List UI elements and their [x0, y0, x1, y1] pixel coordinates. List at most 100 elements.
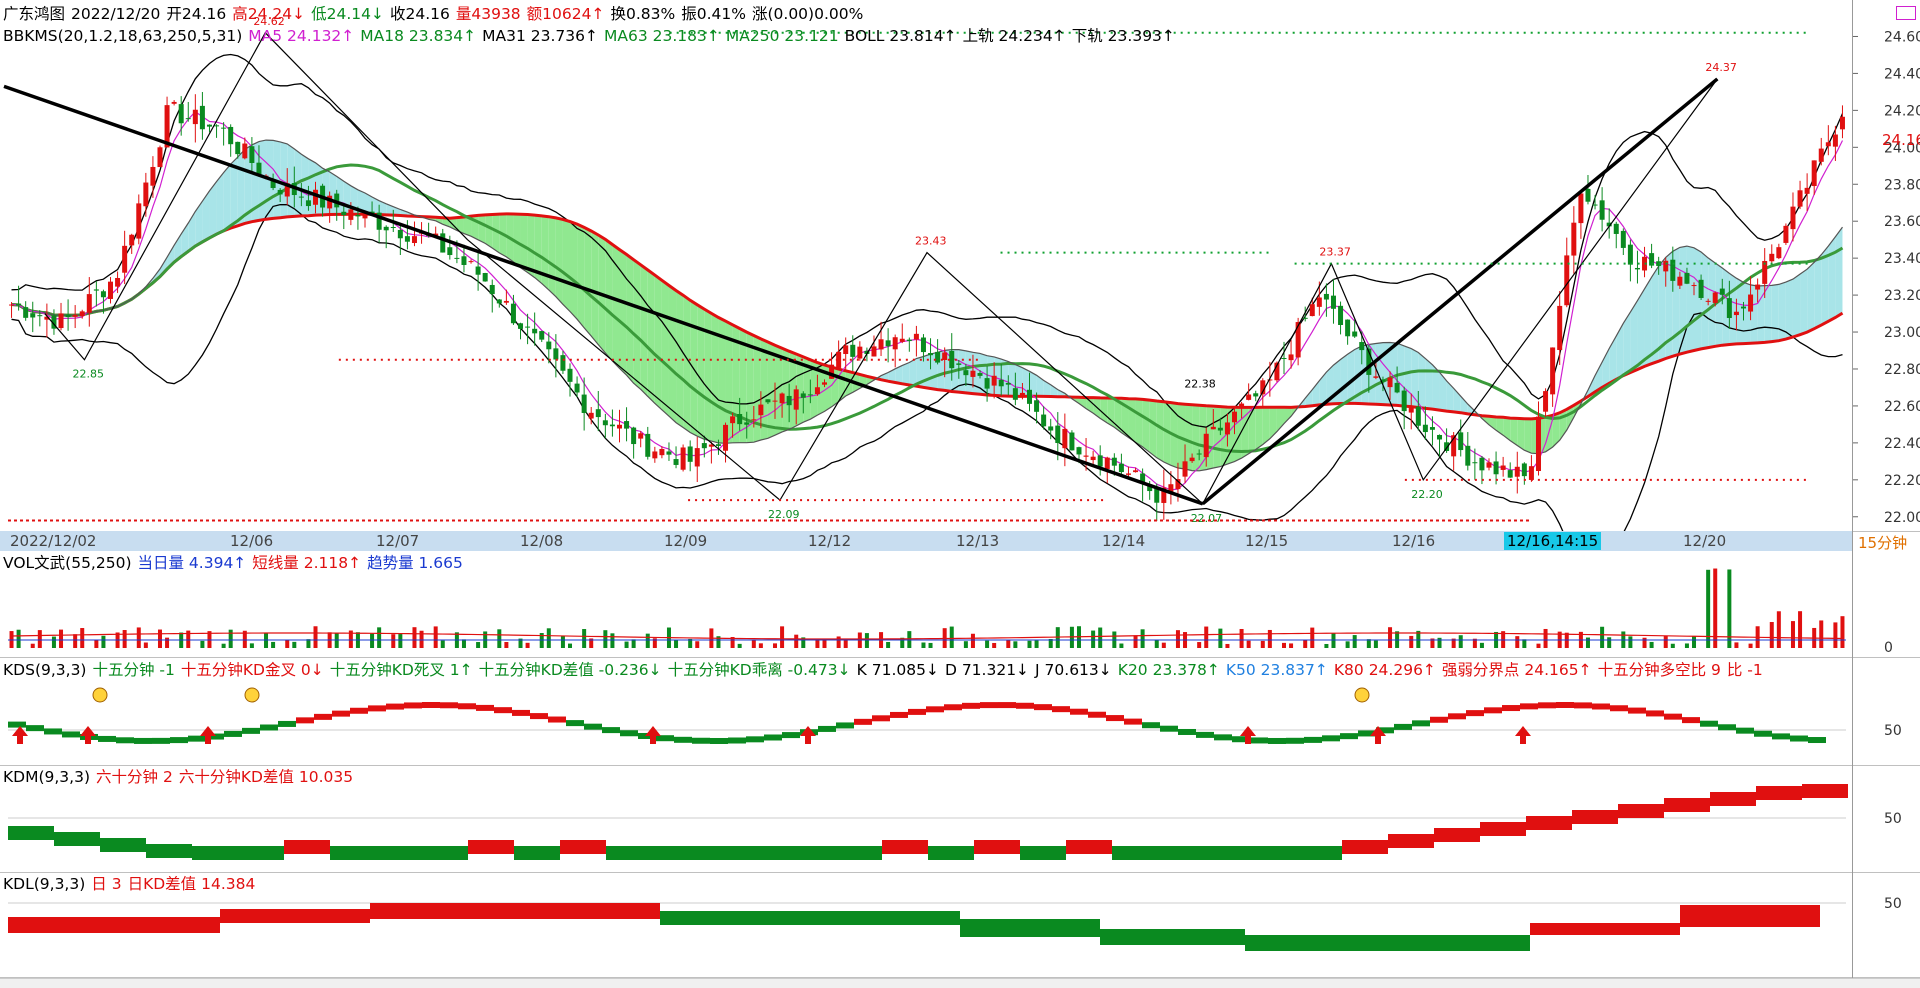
kd-band	[1250, 846, 1296, 860]
kdl-header: KDL(9,3,3)日 3日KD差值 14.384	[3, 875, 261, 893]
candle-body	[80, 311, 85, 316]
kd-band	[1388, 834, 1434, 848]
candle-body	[179, 104, 184, 123]
kd-band	[220, 909, 370, 923]
kd-band	[1106, 715, 1124, 721]
ma-cloud-segment	[259, 140, 266, 220]
ma-cloud-segment	[563, 219, 570, 311]
candle-body	[306, 200, 311, 206]
kd-band	[782, 732, 800, 738]
kd-band	[1574, 702, 1592, 708]
kdl-chart[interactable]: 50	[0, 873, 1920, 977]
kd-band	[1160, 726, 1178, 732]
volume-bar	[1303, 640, 1307, 648]
candle-body	[589, 413, 594, 419]
kd-band	[1322, 735, 1340, 741]
kds-d: D 71.321↓	[945, 661, 1029, 679]
ma-cloud-segment	[195, 201, 202, 246]
kd-band	[170, 737, 188, 743]
candle-body	[1819, 149, 1824, 162]
kdl-pane[interactable]: KDL(9,3,3)日 3日KD差值 14.384 50	[0, 873, 1920, 978]
ma-cloud-segment	[1524, 419, 1531, 453]
volume-bar	[921, 643, 925, 648]
candle-body	[214, 125, 219, 126]
kds-strong: 强弱分界点 24.165↑	[1442, 661, 1592, 679]
kd-band	[818, 726, 836, 732]
vol-indicator-name: VOL文武(55,250)	[3, 554, 132, 572]
kd-band	[1034, 704, 1052, 710]
kd-band	[8, 722, 26, 728]
candle-body	[879, 339, 884, 349]
ma-cloud-segment	[1270, 407, 1277, 439]
volume-pane[interactable]: VOL文武(55,250)当日量 4.394↑短线量 2.118↑趋势量 1.6…	[0, 552, 1920, 658]
kd-band	[692, 738, 710, 744]
kd-band	[1250, 737, 1268, 743]
pivot-label: 23.43	[915, 235, 947, 248]
candle-body	[553, 348, 558, 359]
ma-cloud-segment	[217, 173, 224, 235]
price-chart[interactable]: 24.6024.4024.2024.0023.8023.6023.4023.20…	[0, 0, 1920, 531]
volume-bar	[1798, 611, 1802, 648]
candle-body	[970, 371, 975, 377]
ma-cloud-segment	[669, 285, 676, 422]
candle-body	[659, 449, 664, 455]
candle-body	[1324, 294, 1329, 300]
ma-cloud-segment	[1616, 323, 1623, 379]
ma-cloud-segment	[909, 359, 916, 387]
kd-band	[386, 704, 404, 710]
candle-body	[794, 389, 799, 409]
kd-band	[974, 840, 1020, 854]
volume-bar	[158, 630, 162, 648]
candle-body	[652, 451, 657, 458]
candle-body	[1303, 318, 1308, 319]
kd-band	[1754, 731, 1772, 737]
kdm-pane[interactable]: KDM(9,3,3)六十分钟 2六十分钟KD差值 10.035 50	[0, 766, 1920, 873]
kd-band	[242, 728, 260, 734]
volume-bar	[1586, 638, 1590, 648]
kds-pane[interactable]: KDS(9,3,3)十五分钟 -1十五分钟KD金叉 0↓十五分钟KD死叉 1↑十…	[0, 658, 1920, 766]
candle-body	[1246, 394, 1251, 399]
pivot-label: 23.37	[1319, 246, 1351, 259]
candle-body	[440, 233, 445, 252]
candle-body	[23, 307, 28, 318]
kds-k: K 71.085↓	[857, 661, 939, 679]
candle-body	[136, 203, 141, 238]
candle-body	[1402, 391, 1407, 412]
kd-band	[1100, 929, 1245, 945]
quote-close: 收24.16	[390, 5, 450, 23]
kd-band	[1204, 846, 1250, 860]
kd-band	[1158, 846, 1204, 860]
candle-body	[1543, 391, 1548, 412]
candle-body	[200, 106, 205, 129]
kd-band	[188, 736, 206, 742]
candle-body	[1133, 470, 1138, 472]
ma-cloud-segment	[1249, 407, 1256, 453]
kd-band	[962, 703, 980, 709]
candle-body	[1748, 295, 1753, 312]
volume-bar	[1664, 636, 1668, 648]
ma-cloud-segment	[697, 305, 704, 440]
volume-bar	[1692, 636, 1696, 648]
kd-band	[744, 846, 790, 860]
candle-body	[1536, 417, 1541, 471]
candle-body	[1529, 466, 1534, 480]
candle-body	[1805, 188, 1810, 194]
candle-body	[787, 396, 792, 405]
candle-body	[1013, 388, 1018, 400]
ma-cloud-segment	[577, 224, 584, 328]
kdm-t2: 六十分钟KD差值 10.035	[179, 768, 353, 786]
candle-body	[737, 414, 742, 424]
candle-body	[1388, 378, 1393, 388]
candle-body	[1183, 461, 1188, 476]
time-axis[interactable]: 2022/12/0212/0612/0712/0812/0912/1212/13…	[0, 531, 1852, 551]
kdm-header: KDM(9,3,3)六十分钟 2六十分钟KD差值 10.035	[3, 768, 359, 786]
kd-band	[1480, 822, 1526, 836]
kd-band	[530, 713, 548, 719]
smiley-icon	[93, 688, 107, 702]
candle-body	[242, 144, 247, 159]
main-price-pane[interactable]: 广东鸿图2022/12/20开24.16高24.24↓低24.14↓收24.16…	[0, 0, 1920, 532]
candle-body	[808, 394, 813, 395]
kd-band	[1124, 719, 1142, 725]
kd-band	[224, 731, 242, 737]
kd-band	[192, 846, 238, 860]
